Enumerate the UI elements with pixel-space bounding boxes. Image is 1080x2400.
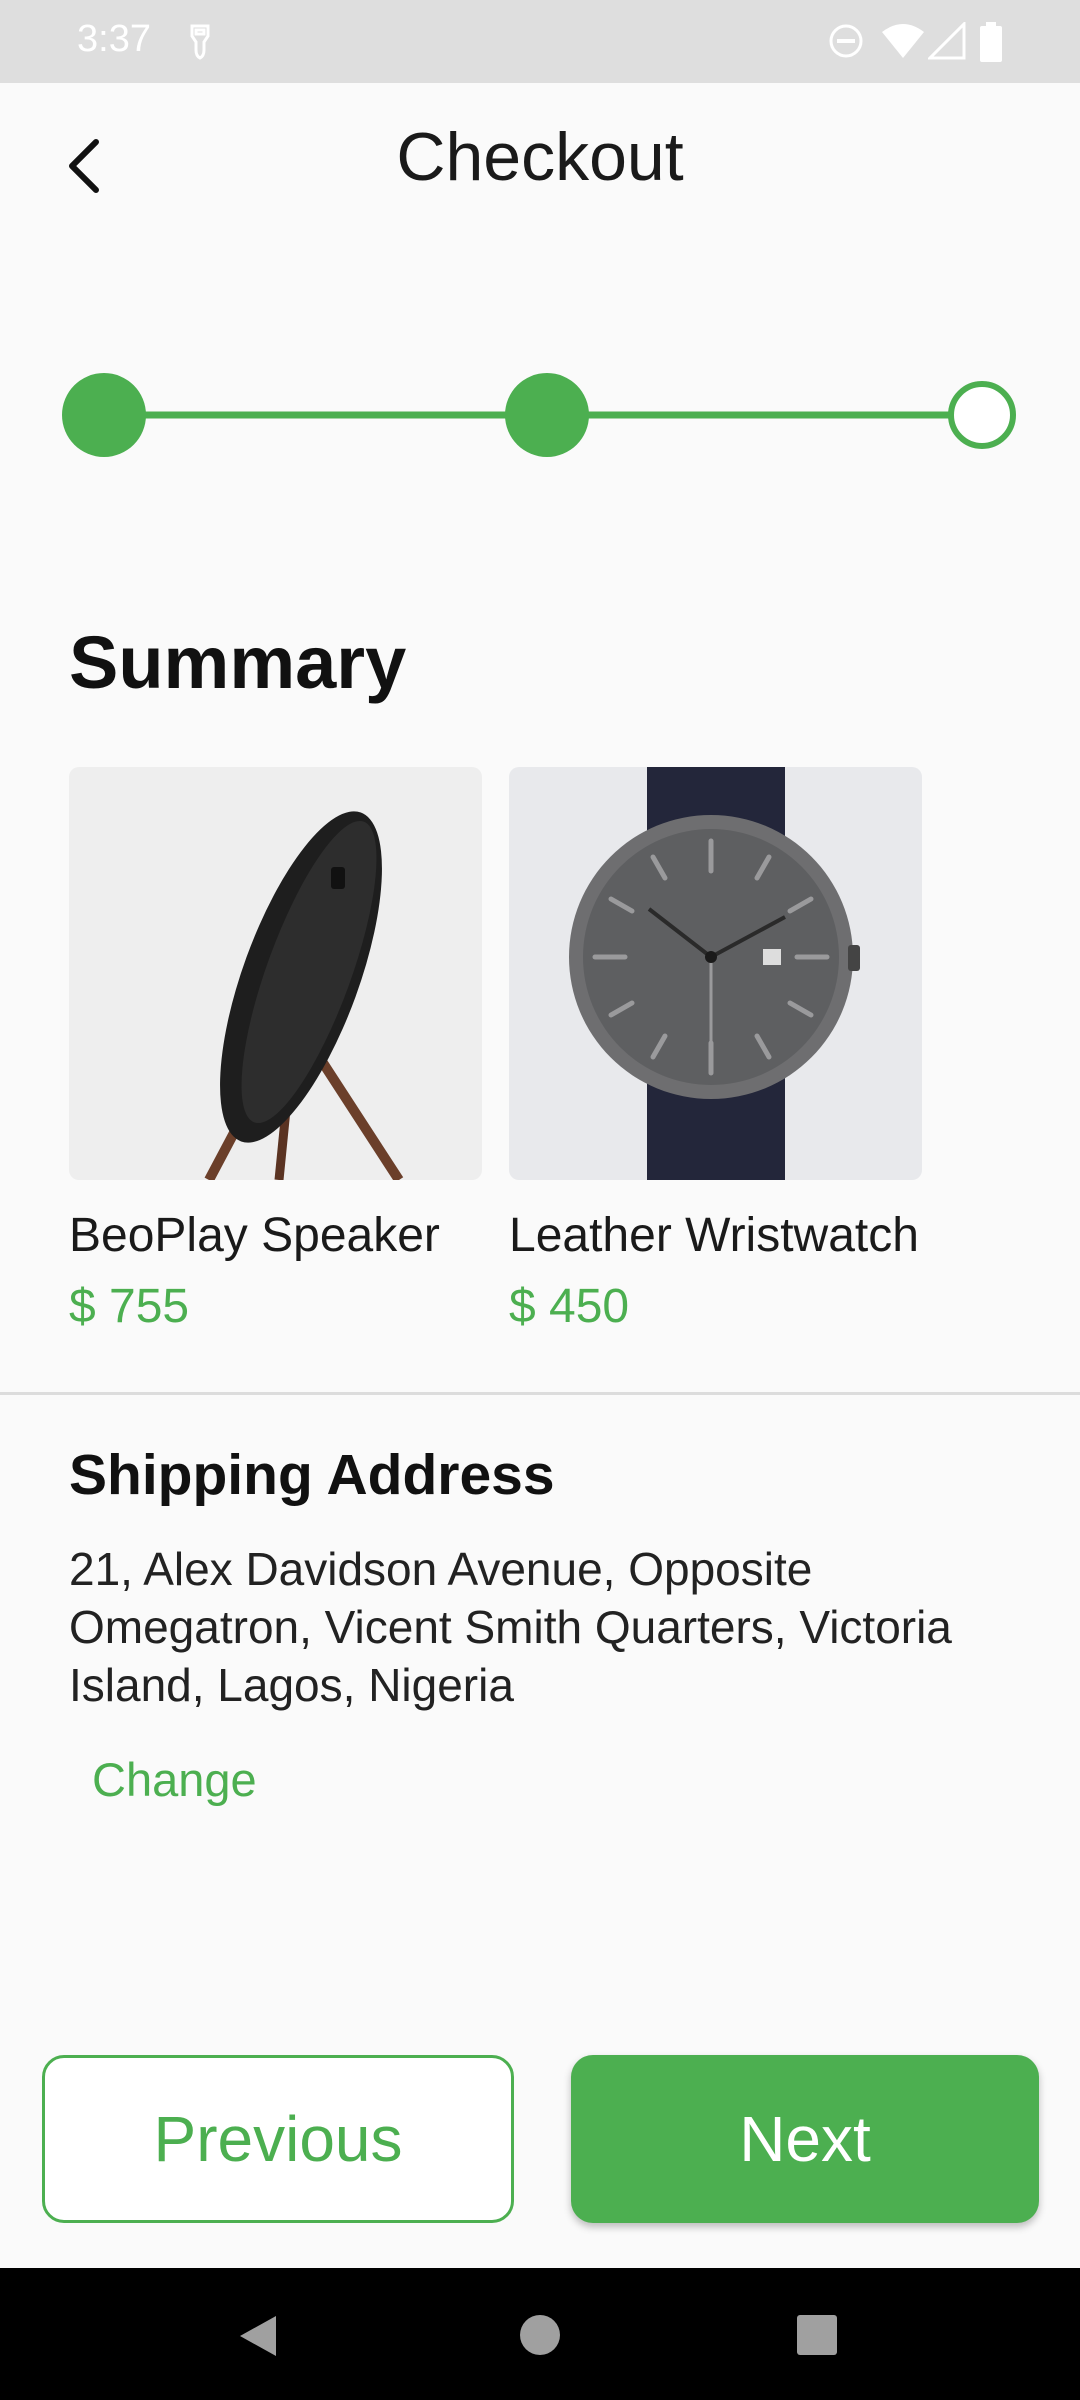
wristwatch-image [509, 767, 922, 1180]
battery-icon [980, 22, 1002, 62]
page-title: Checkout [396, 119, 684, 195]
product-card-speaker[interactable]: BeoPlay Speaker $ 755 [69, 767, 482, 1334]
stepper-step-2 [505, 373, 589, 457]
checkout-stepper [62, 373, 1016, 457]
status-time: 3:37 [77, 18, 151, 60]
signal-icon [928, 22, 966, 60]
product-name: BeoPlay Speaker [69, 1209, 440, 1262]
speaker-image [69, 767, 482, 1180]
product-price: $ 450 [509, 1280, 630, 1333]
status-bar: 3:37 [0, 0, 1080, 83]
product-name: Leather Wristwatch [509, 1209, 919, 1262]
product-card-wristwatch[interactable]: Leather Wristwatch $ 450 [509, 767, 922, 1334]
navigation-bar [0, 2268, 1080, 2400]
section-divider [0, 1392, 1080, 1395]
previous-button[interactable]: Previous [42, 2055, 514, 2223]
usb-icon [190, 24, 210, 60]
summary-title: Summary [69, 621, 407, 704]
wifi-icon [882, 24, 924, 58]
nav-home-icon[interactable] [519, 2314, 561, 2356]
stepper-step-3 [948, 381, 1016, 449]
change-address-button[interactable]: Change [92, 1752, 257, 1807]
product-price: $ 755 [69, 1280, 190, 1333]
stepper-step-1 [62, 373, 146, 457]
shipping-title: Shipping Address [69, 1443, 555, 1507]
nav-back-icon[interactable] [236, 2314, 280, 2358]
next-button[interactable]: Next [571, 2055, 1039, 2223]
nav-recents-icon[interactable] [797, 2315, 837, 2355]
dnd-icon [829, 24, 863, 58]
shipping-address: 21, Alex Davidson Avenue, Opposite Omega… [69, 1543, 952, 1711]
